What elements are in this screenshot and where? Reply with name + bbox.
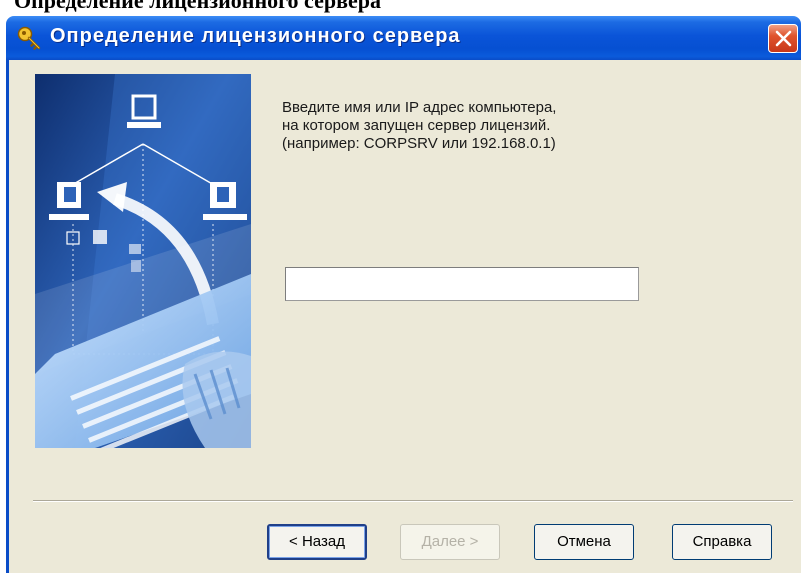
instructions-text: Введите имя или IP адрес компьютера, на … <box>282 99 702 153</box>
window-title: Определение лицензионного сервера <box>50 25 461 47</box>
back-button[interactable]: < Назад <box>267 524 367 560</box>
license-server-dialog: Определение лицензионного сервера Введит… <box>6 16 801 573</box>
dialog-body: Введите имя или IP адрес компьютера, на … <box>6 60 801 573</box>
instruction-line: на котором запущен сервер лицензий. <box>282 117 551 134</box>
cancel-button[interactable]: Отмена <box>534 524 634 560</box>
separator <box>33 500 793 502</box>
document-heading: Определение лицензионного сервера <box>14 0 381 13</box>
title-bar[interactable]: Определение лицензионного сервера <box>6 16 801 60</box>
close-icon <box>775 30 792 47</box>
close-button[interactable] <box>768 24 798 53</box>
server-address-input[interactable] <box>285 267 639 301</box>
help-button[interactable]: Справка <box>672 524 772 560</box>
key-icon <box>17 26 41 50</box>
network-computers-icon <box>35 74 251 448</box>
instruction-line: Введите имя или IP адрес компьютера, <box>282 99 557 116</box>
instruction-line: (например: CORPSRV или 192.168.0.1) <box>282 135 556 152</box>
next-button[interactable]: Далее > <box>400 524 500 560</box>
